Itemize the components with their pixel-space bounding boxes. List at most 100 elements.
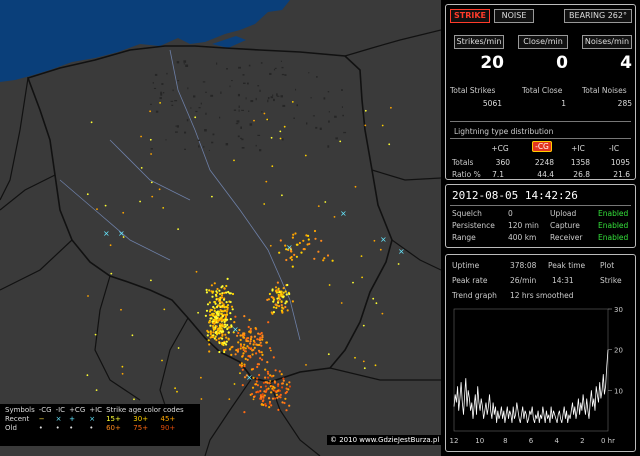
strike-dot: [284, 397, 287, 400]
strike-dot: [271, 397, 275, 400]
strike-dot: [216, 297, 220, 300]
strike-dot: [224, 348, 227, 351]
strike-dot: [200, 376, 202, 379]
strike-dot: [221, 333, 224, 336]
strike-dot: [266, 298, 269, 301]
capture-label: Capture: [550, 221, 580, 230]
strike-dot: [197, 311, 200, 314]
strike-dot: [354, 356, 356, 359]
strike-dot: [293, 253, 296, 256]
strike-dot: [257, 349, 261, 352]
strike-dot: [317, 250, 320, 253]
strike-dot: [218, 319, 221, 322]
strike-dot: [289, 256, 292, 260]
strike-dot: [222, 303, 225, 306]
trend-y-tick-label: 20: [614, 347, 623, 355]
strike-dot: [149, 138, 152, 141]
lake: [204, 129, 207, 132]
counters-box: STRIKE NOISE BEARING 262° Strikes/min Cl…: [445, 4, 636, 180]
strike-dot: [221, 343, 224, 346]
divider: [450, 138, 631, 139]
lake: [231, 80, 233, 82]
lake: [241, 147, 245, 149]
strike-dot: [214, 335, 217, 338]
trend-x-tick-label: 2: [580, 437, 584, 445]
strike-dot: [291, 236, 294, 239]
lake: [310, 97, 312, 99]
bearing-button[interactable]: BEARING 262°: [564, 9, 632, 23]
strike-dot: [285, 258, 288, 262]
strike-dot: [208, 289, 211, 292]
strike-dot: [205, 309, 209, 312]
lake: [238, 109, 240, 112]
strike-dot: [204, 314, 207, 317]
lake: [174, 100, 178, 102]
strike-dot: [270, 375, 274, 378]
strike-dot: [163, 308, 166, 311]
strike-dot: [256, 384, 259, 387]
strike-dot: [213, 337, 216, 340]
legend-table: Symbols -CG -IC +CG +IC Strike age color…: [3, 406, 186, 433]
capture-status[interactable]: Enabled: [598, 221, 628, 230]
strike-dot: [294, 232, 297, 235]
receiver-status[interactable]: Enabled: [598, 233, 628, 242]
strike-dot: [288, 404, 291, 407]
strike-dot: [212, 318, 215, 321]
strike-dot: [249, 347, 252, 350]
strike-dot: [208, 350, 211, 353]
strike-dot: [122, 211, 125, 214]
lake: [334, 115, 337, 118]
strike-dot: [159, 102, 162, 104]
strike-dot: [200, 398, 203, 400]
strike-dot: [215, 290, 218, 293]
noise-button[interactable]: NOISE: [494, 9, 534, 23]
lake: [220, 91, 222, 94]
strike-dot: [259, 341, 262, 344]
strike-map[interactable]: × × × × × × × ×: [0, 0, 441, 456]
strike-dot: [150, 181, 153, 184]
lake: [236, 120, 240, 123]
strike-dot: [214, 293, 218, 296]
strike-dot: [243, 365, 246, 368]
strike-dot: [209, 324, 212, 327]
legend-symbol: •: [38, 424, 43, 432]
strike-dot: [275, 390, 278, 393]
legend-sym-neg-ic: -IC: [55, 406, 66, 414]
strike-dot: [270, 404, 273, 407]
strike-dot: [266, 370, 269, 373]
strike-dot: [229, 348, 232, 351]
strike-dot: [264, 402, 267, 406]
legend-header-row: Symbols -CG -IC +CG +IC Strike age color…: [3, 406, 186, 415]
lake: [235, 123, 239, 125]
strike-dot: [284, 290, 287, 293]
dist-header-neg-cg[interactable]: -CG: [528, 141, 556, 152]
plot-value[interactable]: Strike: [600, 276, 622, 285]
legend-symbols-title: Symbols: [5, 406, 35, 414]
strike-dot: [255, 352, 258, 355]
strike-dot: [340, 302, 343, 304]
strike-dot: [304, 154, 307, 157]
lake: [315, 126, 318, 129]
lake: [184, 148, 186, 150]
peak-rate-label: Peak rate: [452, 276, 488, 285]
strike-dot: [238, 364, 242, 367]
lake: [312, 115, 315, 117]
upload-status[interactable]: Enabled: [598, 209, 628, 218]
strike-dot: [245, 338, 248, 341]
lake: [242, 74, 245, 76]
strike-dot: [207, 331, 210, 334]
strike-dot: [259, 357, 262, 360]
copyright-notice[interactable]: © 2010 www.GdzieJestBurza.pl: [327, 435, 443, 445]
selected-type-tag: -CG: [532, 141, 552, 152]
legend-age: 45+: [160, 415, 176, 423]
strike-dot: [261, 353, 264, 356]
strike-dot: [267, 321, 270, 324]
lake: [166, 72, 168, 75]
strike-dot: [244, 357, 247, 360]
strike-dot: [217, 337, 221, 340]
lake: [171, 104, 174, 106]
strike-button[interactable]: STRIKE: [450, 9, 490, 23]
strike-dot: [281, 401, 284, 404]
strike-dot: [240, 362, 243, 365]
lake: [335, 137, 338, 140]
